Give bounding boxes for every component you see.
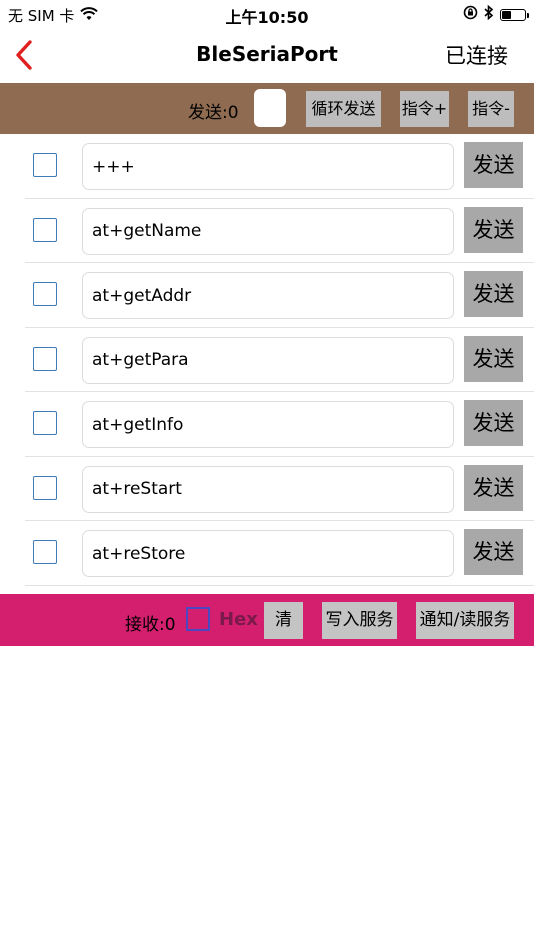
command-row: 发送 [0, 328, 534, 392]
battery-icon [500, 8, 529, 21]
command-row: 发送 [0, 134, 534, 199]
battery-fill [502, 10, 512, 19]
command-row: 发送 [0, 521, 534, 586]
command-input[interactable] [82, 465, 454, 513]
command-checkbox[interactable] [33, 217, 57, 242]
send-command-button[interactable]: 发送 [464, 529, 523, 575]
send-command-button[interactable]: 发送 [464, 206, 523, 253]
command-row: 发送 [0, 263, 534, 328]
nav-bar: BleSeriaPort 已连接 [0, 28, 534, 83]
command-checkbox[interactable] [33, 346, 57, 371]
command-input[interactable] [82, 143, 454, 190]
status-time: 上午10:50 [225, 8, 309, 27]
status-bar: 无 SIM 卡 上午10:50 [0, 0, 534, 28]
add-command-button[interactable]: 指令+ [400, 91, 449, 127]
write-service-button[interactable]: 写入服务 [322, 602, 397, 639]
receive-toolbar: 接收:0 Hex 清 写入服务 通知/读服务 [0, 594, 534, 646]
command-input[interactable] [82, 207, 454, 255]
command-input[interactable] [82, 530, 454, 577]
command-checkbox[interactable] [33, 282, 57, 306]
bluetooth-icon [484, 4, 494, 24]
command-checkbox[interactable] [33, 153, 57, 177]
command-checkbox[interactable] [33, 475, 57, 500]
command-row: 发送 [0, 457, 534, 521]
loop-send-button[interactable]: 循环发送 [306, 91, 381, 127]
clear-button[interactable]: 清 [264, 602, 303, 639]
command-input[interactable] [82, 401, 454, 448]
notify-read-service-button[interactable]: 通知/读服务 [416, 602, 514, 639]
command-row: 发送 [0, 199, 534, 263]
status-right [463, 4, 529, 24]
orientation-lock-icon [463, 5, 478, 24]
command-list[interactable]: 发送 发送 发送 发送 发送 发送 发送 [0, 134, 534, 594]
send-count: 发送:0 [188, 103, 239, 123]
command-input[interactable] [82, 336, 454, 384]
send-command-button[interactable]: 发送 [464, 142, 523, 188]
receive-count: 接收:0 [125, 615, 176, 635]
send-command-button[interactable]: 发送 [464, 464, 523, 511]
send-command-button[interactable]: 发送 [464, 335, 523, 382]
receive-area[interactable] [0, 646, 534, 950]
command-checkbox[interactable] [33, 540, 57, 564]
remove-command-button[interactable]: 指令- [468, 91, 514, 127]
command-input[interactable] [82, 272, 454, 319]
loop-send-checkbox[interactable] [254, 89, 286, 127]
command-row: 发送 [0, 392, 534, 457]
send-command-button[interactable]: 发送 [464, 271, 523, 317]
send-toolbar: 发送:0 循环发送 指令+ 指令- [0, 83, 534, 134]
connection-status: 已连接 [445, 44, 508, 68]
row-divider [25, 584, 534, 586]
command-checkbox[interactable] [33, 411, 57, 435]
send-command-button[interactable]: 发送 [464, 400, 523, 446]
hex-checkbox[interactable] [186, 607, 210, 631]
hex-label: Hex [219, 609, 258, 630]
